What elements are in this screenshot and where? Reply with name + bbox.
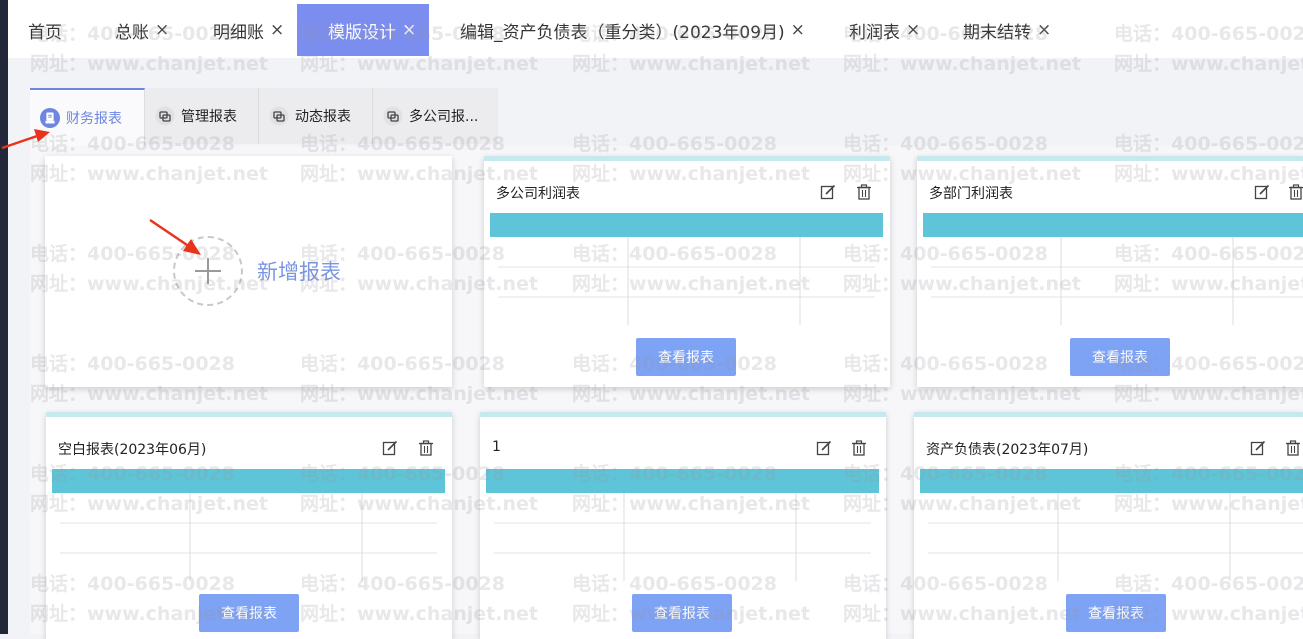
delete-icon[interactable] bbox=[855, 183, 873, 201]
tab-label: 期末结转 bbox=[963, 22, 1031, 43]
tab-general-ledger[interactable]: 总账 × bbox=[115, 4, 169, 56]
report-card: 多部门利润表 查看报表 bbox=[917, 156, 1303, 387]
subtab-dynamic-report[interactable]: 动态报表 bbox=[259, 88, 373, 144]
subtab-financial-report[interactable]: 财务报表 bbox=[30, 88, 145, 146]
table-header-bar bbox=[920, 469, 1303, 493]
delete-icon[interactable] bbox=[1287, 183, 1303, 201]
close-icon[interactable]: × bbox=[155, 20, 169, 40]
table-grid-preview bbox=[931, 237, 1303, 325]
tab-period-end-transfer[interactable]: 期末结转 × bbox=[963, 4, 1051, 56]
view-report-button[interactable]: 查看报表 bbox=[632, 594, 732, 632]
subtab-label: 财务报表 bbox=[66, 111, 122, 127]
plus-icon bbox=[173, 236, 243, 306]
report-card: 多公司利润表 查看报表 bbox=[484, 156, 890, 387]
view-report-button[interactable]: 查看报表 bbox=[199, 594, 299, 632]
table-grid-preview bbox=[928, 493, 1303, 581]
table-header-bar bbox=[486, 469, 879, 493]
chart-link-icon bbox=[383, 106, 403, 126]
view-report-button[interactable]: 查看报表 bbox=[1070, 338, 1170, 376]
delete-icon[interactable] bbox=[1284, 439, 1302, 457]
report-card-title: 空白报表(2023年06月) bbox=[58, 442, 207, 458]
add-report-card: 新增报表 bbox=[45, 156, 452, 387]
report-card: 资产负债表(2023年07月) 查看报表 bbox=[914, 412, 1303, 639]
tab-label: 模版设计 bbox=[328, 22, 396, 43]
left-nav-strip bbox=[0, 0, 8, 634]
report-card-title: 1 bbox=[492, 439, 501, 455]
table-grid-preview bbox=[60, 493, 437, 581]
report-card: 空白报表(2023年06月) 查看报表 bbox=[46, 412, 452, 639]
edit-icon[interactable] bbox=[819, 183, 837, 201]
subtab-label: 动态报表 bbox=[295, 109, 351, 125]
edit-icon[interactable] bbox=[1249, 439, 1267, 457]
edit-icon[interactable] bbox=[815, 439, 833, 457]
tab-label: 利润表 bbox=[849, 22, 900, 43]
report-card-title: 多部门利润表 bbox=[929, 186, 1013, 202]
table-header-bar bbox=[490, 213, 883, 237]
subtab-label: 管理报表 bbox=[181, 109, 237, 125]
chart-link-icon bbox=[269, 106, 289, 126]
delete-icon[interactable] bbox=[417, 439, 435, 457]
report-type-tabs: 财务报表 管理报表 动态报表 多公司报... bbox=[30, 88, 498, 146]
tab-label: 明细账 bbox=[213, 22, 264, 43]
report-card-title: 多公司利润表 bbox=[496, 186, 580, 202]
view-report-button[interactable]: 查看报表 bbox=[1066, 594, 1166, 632]
table-header-bar bbox=[923, 213, 1303, 237]
tab-label: 首页 bbox=[28, 22, 62, 43]
tab-detail-ledger[interactable]: 明细账 × bbox=[213, 4, 284, 56]
add-report-button[interactable]: 新增报表 bbox=[173, 236, 341, 306]
add-report-label: 新增报表 bbox=[257, 260, 341, 284]
tab-label: 总账 bbox=[115, 22, 149, 43]
tab-label: 编辑_资产负债表（重分类）(2023年09月) bbox=[460, 22, 785, 43]
table-grid-preview bbox=[498, 237, 875, 325]
close-icon[interactable]: × bbox=[1037, 20, 1051, 40]
finance-report-icon bbox=[40, 108, 60, 128]
report-card-title: 资产负债表(2023年07月) bbox=[926, 442, 1089, 458]
chart-link-icon bbox=[155, 106, 175, 126]
table-header-bar bbox=[52, 469, 445, 493]
edit-icon[interactable] bbox=[381, 439, 399, 457]
view-report-button[interactable]: 查看报表 bbox=[636, 338, 736, 376]
close-icon[interactable]: × bbox=[270, 20, 284, 40]
subtab-multi-company-report[interactable]: 多公司报... bbox=[373, 88, 497, 144]
report-card: 1 查看报表 bbox=[480, 412, 886, 639]
close-icon[interactable]: × bbox=[791, 20, 805, 40]
tab-edit-balance-sheet[interactable]: 编辑_资产负债表（重分类）(2023年09月) × bbox=[460, 4, 805, 56]
tab-template-design[interactable]: 模版设计 × bbox=[297, 4, 429, 56]
delete-icon[interactable] bbox=[850, 439, 868, 457]
subtab-management-report[interactable]: 管理报表 bbox=[145, 88, 259, 144]
top-tab-bar: 首页 总账 × 明细账 × 模版设计 × 编辑_资产负债表（重分类）(2023年… bbox=[8, 0, 1303, 58]
close-icon[interactable]: × bbox=[906, 20, 920, 40]
close-icon[interactable]: × bbox=[402, 20, 416, 40]
tab-income-statement[interactable]: 利润表 × bbox=[849, 4, 920, 56]
table-grid-preview bbox=[494, 493, 871, 581]
subtab-label: 多公司报... bbox=[409, 109, 479, 125]
tab-home[interactable]: 首页 bbox=[28, 4, 62, 56]
edit-icon[interactable] bbox=[1253, 183, 1271, 201]
